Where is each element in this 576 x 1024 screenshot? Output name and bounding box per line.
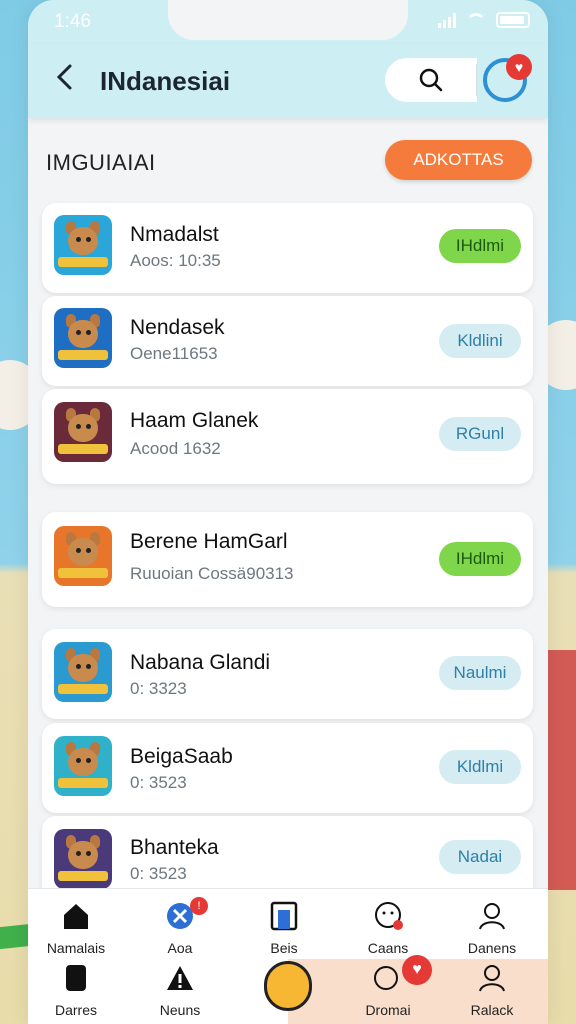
app-action-button[interactable]: IHdlmi <box>439 229 521 263</box>
heart-badge-icon: ♥ <box>402 955 432 985</box>
app-subtitle: Oene11653 <box>130 344 218 363</box>
app-name: Nmadalst <box>130 223 219 246</box>
app-subtitle: 0: 3523 <box>130 773 187 792</box>
tab-label: Ralack <box>470 1002 514 1018</box>
search-button[interactable] <box>385 58 477 102</box>
back-arrow-icon[interactable] <box>50 62 80 92</box>
app-name: Berene HamGarl <box>130 530 288 553</box>
notification-badge: ! <box>190 897 208 915</box>
profile-icon <box>479 965 505 992</box>
page-title: INdanesiai <box>100 66 231 96</box>
heart-badge-icon: ♥ <box>506 54 532 80</box>
tab-ralack[interactable]: Ralack <box>448 963 536 1018</box>
signal-icon <box>438 12 456 28</box>
app-subtitle: Aoos: 10:35 <box>130 251 221 270</box>
bottom-tab-bar: Namalais ! Aoa Beis Caans Danens Darres … <box>28 888 548 1024</box>
app-subtitle: 0: 3323 <box>130 679 187 698</box>
app-action-button[interactable]: RGunl <box>439 417 521 451</box>
app-action-button[interactable]: IHdlmi <box>439 542 521 576</box>
app-card[interactable]: Haam Glanek Acood 1632 RGunl <box>42 389 533 484</box>
tab-label: Danens <box>467 940 517 956</box>
search-icon <box>419 68 443 92</box>
tab-neuns[interactable]: Neuns <box>136 963 224 1018</box>
status-time: 1:46 <box>54 11 91 32</box>
tablet-icon <box>270 901 298 931</box>
chat-icon <box>375 902 403 930</box>
tab-darres[interactable]: Darres <box>32 963 120 1018</box>
tab-label: Beis <box>270 940 298 956</box>
profile-icon <box>479 903 505 930</box>
smiley-face-icon[interactable] <box>264 961 312 1011</box>
app-action-button[interactable]: Kldlini <box>439 324 521 358</box>
tab-label: Darres <box>54 1002 97 1018</box>
app-icon <box>54 736 112 796</box>
tab-label: Namalais <box>46 940 106 956</box>
app-name: Nendasek <box>130 316 225 339</box>
tab-namalais[interactable]: Namalais <box>32 901 120 956</box>
app-action-button[interactable]: Naulmi <box>439 656 521 690</box>
app-action-button[interactable]: Nadai <box>439 840 521 874</box>
phone-screen: 1:46 INdanesiai ♥ IMGUIAIAI ADKOTTAS Nma… <box>28 0 548 1024</box>
status-icons <box>438 12 530 28</box>
app-icon <box>54 308 112 368</box>
tab-aoa[interactable]: ! Aoa <box>136 897 224 956</box>
phone-icon <box>66 965 86 991</box>
battery-icon <box>496 12 530 28</box>
app-name: Bhanteka <box>130 836 219 859</box>
app-subtitle: Ruuoian Cossä90313 <box>130 564 294 583</box>
tab-label: Aoa <box>167 940 193 956</box>
tab-dromai[interactable]: ♥ Dromai <box>344 955 432 1018</box>
tab-danens[interactable]: Danens <box>448 901 536 956</box>
app-card[interactable]: BeigaSaab 0: 3523 Kldlmi <box>42 723 533 813</box>
tab-beis[interactable]: Beis <box>240 901 328 956</box>
app-header: INdanesiai ♥ <box>28 44 548 118</box>
action-button[interactable]: ADKOTTAS <box>385 140 532 180</box>
app-card[interactable]: Nmadalst Aoos: 10:35 IHdlmi <box>42 203 533 293</box>
app-icon <box>54 829 112 889</box>
app-icon <box>54 526 112 586</box>
tab-label: Dromai <box>365 1002 411 1018</box>
app-icon <box>54 215 112 275</box>
app-subtitle: 0: 3523 <box>130 864 187 883</box>
warning-icon <box>167 966 193 990</box>
home-icon <box>64 904 88 929</box>
wifi-icon <box>466 13 486 27</box>
tab-label: Neuns <box>159 1002 201 1018</box>
section-title: IMGUIAIAI <box>46 150 156 175</box>
app-name: Haam Glanek <box>130 409 259 432</box>
app-action-button[interactable]: Kldlmi <box>439 750 521 784</box>
app-card[interactable]: Berene HamGarl Ruuoian Cossä90313 IHdlmi <box>42 512 533 607</box>
status-bar: 1:46 <box>28 0 548 44</box>
app-name: Nabana Glandi <box>130 651 271 674</box>
divider <box>476 64 477 96</box>
tab-label: Caans <box>367 940 409 956</box>
app-icon <box>54 402 112 462</box>
app-card[interactable]: Nabana Glandi 0: 3323 Naulmi <box>42 629 533 719</box>
app-subtitle: Acood 1632 <box>130 439 221 458</box>
app-icon <box>54 642 112 702</box>
chat-heart-icon <box>374 966 398 990</box>
notch <box>168 0 408 40</box>
tab-caans[interactable]: Caans <box>344 901 432 956</box>
app-card[interactable]: Nendasek Oene11653 Kldlini <box>42 296 533 386</box>
app-name: BeigaSaab <box>130 745 233 768</box>
